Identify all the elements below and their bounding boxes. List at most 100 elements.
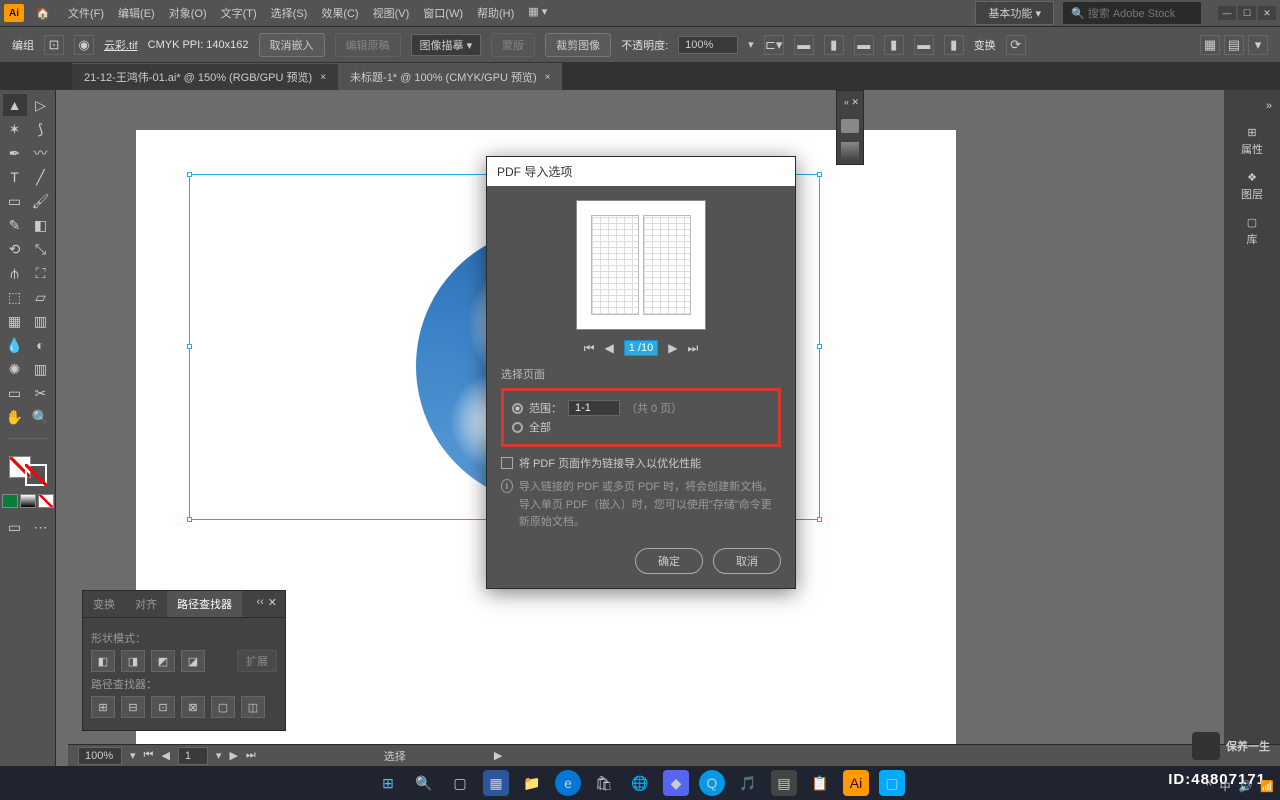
last-page-icon[interactable]: ⏭ xyxy=(687,341,698,356)
tab-transform[interactable]: 变换 xyxy=(83,591,125,617)
minimize-button[interactable]: — xyxy=(1218,6,1236,20)
menu-object[interactable]: 对象(O) xyxy=(169,5,207,21)
gradient-mode-swatch[interactable] xyxy=(20,494,36,508)
exclude-icon[interactable]: ◪ xyxy=(181,650,205,672)
search-stock-input[interactable]: 🔍 搜索 Adobe Stock xyxy=(1062,1,1202,25)
zoom-dropdown-icon[interactable]: ▾ xyxy=(130,749,136,762)
minus-back-icon[interactable]: ◫ xyxy=(241,696,265,718)
crop-button[interactable]: 裁剪图像 xyxy=(545,33,611,57)
screen-mode-tool[interactable]: ▭ xyxy=(3,516,27,538)
symbol-sprayer-tool[interactable]: ✺ xyxy=(3,358,27,380)
outline-icon[interactable]: ▢ xyxy=(211,696,235,718)
selection-tool[interactable]: ▲ xyxy=(3,94,27,116)
range-radio[interactable] xyxy=(512,403,523,414)
palette-icon[interactable] xyxy=(841,119,859,133)
all-radio[interactable] xyxy=(512,422,523,433)
taskview-icon[interactable]: ▢ xyxy=(447,770,473,796)
pathfinder-panel[interactable]: 变换 对齐 路径查找器 ‹‹✕ 形状模式： ◧ ◨ ◩ ◪ 扩展 路径查找器： … xyxy=(82,590,286,731)
panel-icon-3[interactable]: ▾ xyxy=(1248,35,1268,55)
menu-type[interactable]: 文字(T) xyxy=(221,5,257,21)
graph-tool[interactable]: ▥ xyxy=(29,358,53,380)
cancel-embed-button[interactable]: 取消嵌入 xyxy=(259,33,325,57)
edge-icon[interactable]: e xyxy=(555,770,581,796)
close-icon[interactable]: « ✕ xyxy=(844,97,859,108)
edit-toolbar[interactable]: ⋯ xyxy=(29,516,53,538)
tab-pathfinder[interactable]: 路径查找器 xyxy=(167,591,242,617)
status-dropdown-icon[interactable]: ▶ xyxy=(494,749,502,762)
maximize-button[interactable]: ☐ xyxy=(1238,6,1256,20)
close-icon[interactable]: × xyxy=(545,72,551,83)
artboard-number[interactable]: 1 xyxy=(178,747,208,765)
shaper-tool[interactable]: ✎ xyxy=(3,214,27,236)
properties-panel-button[interactable]: ⊞属性 xyxy=(1241,126,1263,157)
fill-stroke-indicator[interactable] xyxy=(9,456,47,486)
app-icon-4[interactable]: ▤ xyxy=(771,770,797,796)
arrange-icon[interactable]: ▦ ▾ xyxy=(528,5,547,21)
layers-panel-button[interactable]: ❖图层 xyxy=(1241,171,1263,202)
width-tool[interactable]: ⫛ xyxy=(3,262,27,284)
paintbrush-tool[interactable]: 🖌 xyxy=(29,190,53,212)
merge-icon[interactable]: ⊡ xyxy=(151,696,175,718)
slice-tool[interactable]: ✂ xyxy=(29,382,53,404)
nav-prev-icon[interactable]: ◀ xyxy=(161,749,169,762)
embed-icon[interactable]: ◉ xyxy=(74,35,94,55)
range-input[interactable]: 1-1 xyxy=(568,400,620,416)
app-icon-5[interactable]: 📋 xyxy=(807,770,833,796)
ok-button[interactable]: 确定 xyxy=(635,548,703,574)
panel-icon-1[interactable]: ▦ xyxy=(1200,35,1220,55)
workspace-switcher[interactable]: 基本功能 ▾ xyxy=(975,1,1054,25)
first-page-icon[interactable]: ⏮ xyxy=(584,341,595,356)
nav-first-icon[interactable]: ⏮ xyxy=(144,749,154,762)
start-icon[interactable]: ⊞ xyxy=(375,770,401,796)
align-icon-1[interactable]: ⊏▾ xyxy=(764,35,784,55)
menu-view[interactable]: 视图(V) xyxy=(373,5,410,21)
menu-edit[interactable]: 编辑(E) xyxy=(118,5,155,21)
artboard-tool[interactable]: ▭ xyxy=(3,382,27,404)
isolate-icon[interactable]: ⟳ xyxy=(1006,35,1026,55)
illustrator-taskbar-icon[interactable]: Ai xyxy=(843,770,869,796)
mesh-tool[interactable]: ▦ xyxy=(3,310,27,332)
menu-help[interactable]: 帮助(H) xyxy=(477,5,514,21)
prev-page-icon[interactable]: ◀ xyxy=(605,341,614,355)
line-tool[interactable]: ╱ xyxy=(29,166,53,188)
perspective-tool[interactable]: ▱ xyxy=(29,286,53,308)
tab-document-1[interactable]: 21-12-王鸿伟-01.ai* @ 150% (RGB/GPU 预览)× xyxy=(72,63,338,90)
pen-tool[interactable]: ✒ xyxy=(3,142,27,164)
blend-tool[interactable]: ◐ xyxy=(29,334,53,356)
home-icon[interactable]: 🏠 xyxy=(32,2,54,24)
floating-color-panel[interactable]: « ✕ xyxy=(836,90,864,165)
close-icon[interactable]: ✕ xyxy=(268,596,277,612)
tab-document-2[interactable]: 未标题-1* @ 100% (CMYK/GPU 预览)× xyxy=(338,63,562,90)
close-icon[interactable]: × xyxy=(320,72,326,83)
transform-label[interactable]: 变换 xyxy=(974,37,996,53)
collapse-icon[interactable]: ‹‹ xyxy=(256,596,263,612)
lasso-tool[interactable]: ⟆ xyxy=(29,118,53,140)
align-icon-6[interactable]: ▬ xyxy=(914,35,934,55)
close-button[interactable]: ✕ xyxy=(1258,6,1276,20)
gradient-tool[interactable]: ▥ xyxy=(29,310,53,332)
zoom-tool[interactable]: 🔍 xyxy=(29,406,53,428)
explorer-icon[interactable]: 📁 xyxy=(519,770,545,796)
unite-icon[interactable]: ◧ xyxy=(91,650,115,672)
libraries-panel-button[interactable]: ▢库 xyxy=(1247,216,1258,247)
crop-pf-icon[interactable]: ⊠ xyxy=(181,696,205,718)
type-tool[interactable]: T xyxy=(3,166,27,188)
swatch-icon[interactable] xyxy=(841,142,859,160)
align-icon-7[interactable]: ▮ xyxy=(944,35,964,55)
minus-front-icon[interactable]: ◨ xyxy=(121,650,145,672)
image-trace-select[interactable]: 图像描摹 ▾ xyxy=(411,34,482,56)
align-icon-2[interactable]: ▬ xyxy=(794,35,814,55)
store-icon[interactable]: 🛍 xyxy=(591,770,617,796)
app-icon-3[interactable]: 🎵 xyxy=(735,770,761,796)
search-icon[interactable]: 🔍 xyxy=(411,770,437,796)
menu-select[interactable]: 选择(S) xyxy=(271,5,308,21)
curvature-tool[interactable]: 〰 xyxy=(29,142,53,164)
divide-icon[interactable]: ⊞ xyxy=(91,696,115,718)
menu-file[interactable]: 文件(F) xyxy=(68,5,104,21)
magic-wand-tool[interactable]: ✶ xyxy=(3,118,27,140)
align-icon-4[interactable]: ▬ xyxy=(854,35,874,55)
eyedropper-tool[interactable]: 💧 xyxy=(3,334,27,356)
app-icon-6[interactable]: ▢ xyxy=(879,770,905,796)
nav-next-icon[interactable]: ▶ xyxy=(229,749,237,762)
app-icon-2[interactable]: Q xyxy=(699,770,725,796)
